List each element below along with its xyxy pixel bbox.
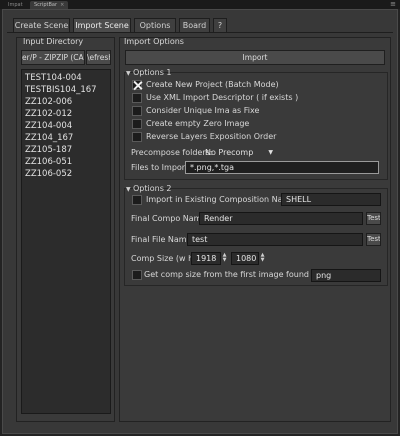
use-xml-descriptor-checkbox[interactable] [132,93,142,103]
panel-tab-impat[interactable]: Impat [4,1,27,9]
options-2-title: Options 2 [133,184,172,193]
input-directory-title: Input Directory [23,37,84,46]
precompose-dropdown[interactable]: No Precomp ▼ [205,148,273,158]
browse-directory-button[interactable]: er/P - ZIPZIP (CAA [21,50,85,65]
unique-ima-fixe-label: Consider Unique Ima as Fixe [146,106,260,115]
list-item[interactable]: ZZ102-012 [25,108,72,120]
tab-options[interactable]: Options [134,18,176,32]
use-xml-descriptor-label: Use XML Import Descriptor ( if exists ) [146,93,299,102]
tab-help[interactable]: ? [213,18,227,32]
final-file-name-input[interactable]: test [187,233,363,246]
create-empty-zero-image-checkbox[interactable] [132,119,142,129]
final-compo-test-button[interactable]: Test [366,212,381,225]
close-icon[interactable]: × [60,2,64,8]
comp-size-ext-input[interactable]: png [311,269,381,282]
final-compo-name-input[interactable]: Render [199,212,363,225]
list-item[interactable]: ZZ104_167 [25,132,73,144]
scriptbar-panel: Create Scene Import Scene Options Board … [2,9,398,434]
comp-size-from-image-checkbox[interactable] [132,270,142,280]
collapse-triangle-icon[interactable]: ▼ [126,186,131,193]
options-1-title: Options 1 [133,68,172,77]
files-to-import-label: Files to Import [131,163,189,172]
list-item[interactable]: ZZ106-051 [25,156,72,168]
create-new-project-checkbox[interactable] [132,80,142,90]
panel-tab-label: ScriptBar [34,2,58,8]
create-new-project-label: Create New Project (Batch Mode) [146,80,279,89]
import-existing-comp-label: Import in Existing Composition Named: [146,195,304,204]
refresh-button[interactable]: \efresh [86,50,111,65]
panel-tab-label: Impat [8,2,23,8]
tab-create-scene[interactable]: Create Scene [13,18,70,32]
list-item[interactable]: ZZ102-006 [25,96,72,108]
menu-icon[interactable]: ≡ [390,0,396,9]
tab-divider [7,32,393,33]
collapse-triangle-icon[interactable]: ▼ [126,70,131,77]
existing-comp-name-input[interactable]: SHELL [281,193,381,206]
list-item[interactable]: ZZ104-004 [25,120,72,132]
tab-import-scene[interactable]: Import Scene [73,18,131,32]
chevron-down-icon: ▼ [268,149,273,156]
options-2-section: ▼ Options 2 Import in Existing Compositi… [124,184,388,286]
height-stepper-icon[interactable]: ▲ ▼ [259,253,266,264]
options-1-section: ▼ Options 1 Create New Project (Batch Mo… [124,68,388,180]
input-directory-group: Input Directory er/P - ZIPZIP (CAA \efre… [16,37,115,422]
create-empty-zero-image-label: Create empty Zero Image [146,119,250,128]
list-item[interactable]: TEST104-004 [25,72,82,84]
import-button[interactable]: Import [125,50,385,65]
unique-ima-fixe-checkbox[interactable] [132,106,142,116]
import-options-title: Import Options [124,37,184,46]
comp-height-input[interactable]: 1080 [231,252,259,265]
list-item[interactable]: ZZ106-052 [25,168,72,180]
import-options-group: Import Options Import ▼ Options 1 Create… [119,37,391,422]
precompose-value: No Precomp [205,148,254,157]
width-stepper-icon[interactable]: ▲ ▼ [221,253,228,264]
list-item[interactable]: ZZ105-187 [25,144,72,156]
files-to-import-input[interactable]: *.png,*.tga [185,161,379,174]
comp-width-input[interactable]: 1918 [191,252,221,265]
precompose-folders-label: Precompose folders: [131,148,213,157]
reverse-layers-checkbox[interactable] [132,132,142,142]
list-item[interactable]: TESTBIS104_167 [25,84,97,96]
reverse-layers-label: Reverse Layers Exposition Order [146,132,277,141]
panel-tab-scriptbar[interactable]: ScriptBar × [30,1,69,9]
import-existing-comp-checkbox[interactable] [132,195,142,205]
tab-board[interactable]: Board [179,18,210,32]
directory-list[interactable]: TEST104-004 TESTBIS104_167 ZZ102-006 ZZ1… [21,69,111,414]
final-file-test-button[interactable]: Test [366,233,381,246]
